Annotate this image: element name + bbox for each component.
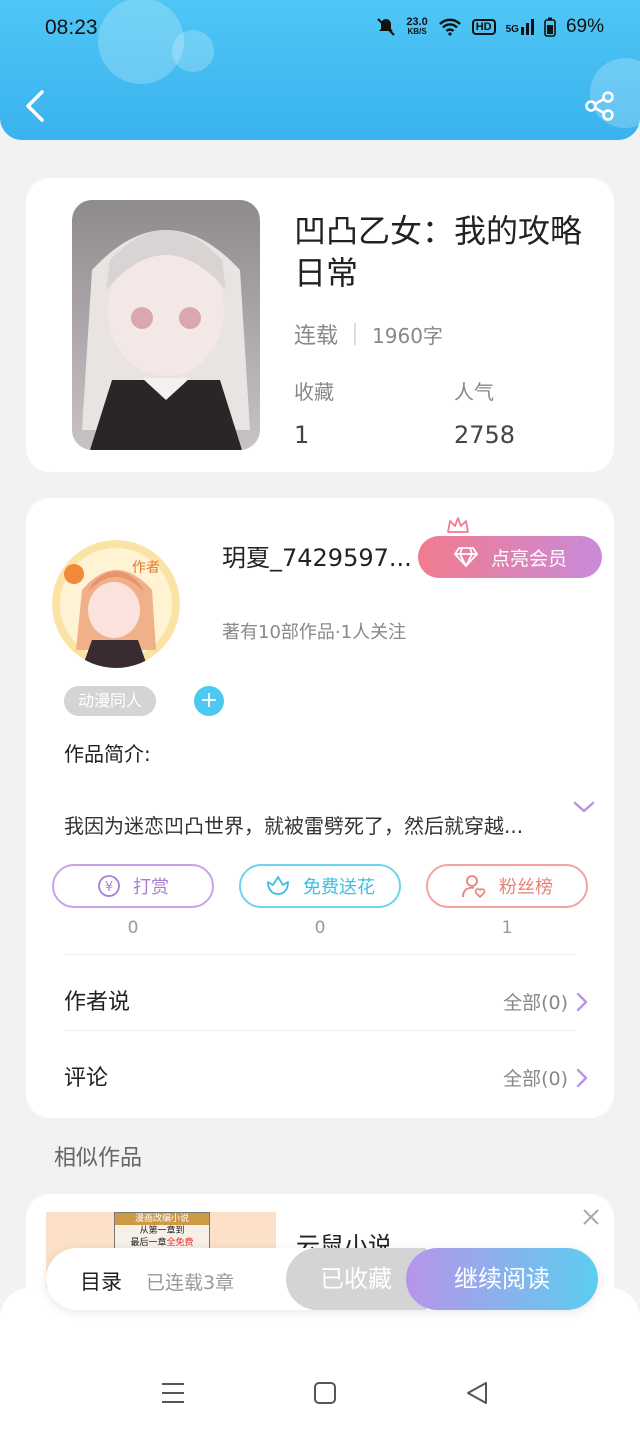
battery-level: 69% — [565, 16, 604, 37]
reward-label: 打赏 — [133, 877, 169, 898]
reward-count: 0 — [127, 918, 139, 938]
status-icons: 23.0 KB/S HD 5G 69% — [376, 16, 604, 38]
chapter-count: 已连载3章 — [146, 1272, 235, 1294]
word-count: 1960字 — [372, 323, 443, 348]
author-avatar[interactable]: 作者 — [52, 540, 180, 668]
mute-icon — [377, 18, 396, 36]
author-name[interactable]: 玥夏_7429597... — [222, 538, 420, 573]
similar-works-title: 相似作品 — [54, 1146, 143, 1171]
fans-rank-button[interactable]: 粉丝榜 — [426, 864, 588, 908]
table-of-contents-button[interactable]: 目录 — [80, 1266, 122, 1296]
home-icon[interactable] — [312, 1380, 338, 1406]
wifi-icon — [438, 18, 461, 36]
collected-button[interactable]: 已收藏 — [286, 1248, 426, 1310]
flower-icon — [267, 876, 289, 895]
continue-reading-button[interactable]: 继续阅读 — [406, 1248, 598, 1310]
battery-icon — [544, 17, 556, 37]
thumbnail-banner: 漫画改编小说 从第一章到 最后一章全免费 — [114, 1212, 210, 1250]
vip-button[interactable]: 点亮会员 — [418, 536, 602, 578]
favorites-label: 收藏 — [294, 380, 334, 404]
book-cover[interactable] — [72, 200, 260, 450]
meta-divider — [354, 323, 357, 345]
diamond-icon — [454, 547, 478, 567]
author-card: 作者 玥夏_7429597... 点亮会员 著有10部作品·1人关注 动漫同人 … — [26, 498, 614, 1118]
favorites-stat: 收藏 1 — [294, 376, 334, 449]
fans-rank-label: 粉丝榜 — [499, 877, 553, 898]
status-time: 08:23 — [45, 16, 98, 39]
chevron-down-icon[interactable] — [572, 798, 596, 816]
author-says-all-link[interactable]: 全部(0) — [503, 988, 588, 1015]
popularity-label: 人气 — [454, 380, 494, 404]
back-triangle-icon[interactable] — [464, 1380, 490, 1406]
menu-icon[interactable] — [160, 1380, 186, 1406]
popularity-value: 2758 — [454, 421, 516, 449]
divider — [64, 1030, 576, 1031]
flower-count: 0 — [314, 918, 326, 938]
reward-button[interactable]: ¥ 打赏 — [52, 864, 214, 908]
book-title: 凹凸乙女：我的攻略日常 — [294, 212, 583, 292]
intro-text[interactable]: 我因为迷恋凹凸世界，就被雷劈死了，然后就穿越... — [64, 810, 552, 839]
back-arrow-icon[interactable] — [22, 88, 48, 124]
fans-count: 1 — [501, 918, 513, 938]
yen-coin-icon: ¥ — [98, 875, 120, 897]
book-info-card: 凹凸乙女：我的攻略日常 连载 1960字 收藏 1 人气 2758 — [26, 178, 614, 472]
signal-icon: 5G — [506, 19, 534, 35]
hd-icon: HD — [471, 19, 496, 35]
reading-action-bar: 目录 已连载3章 已收藏 继续阅读 — [46, 1248, 598, 1310]
intro-label: 作品简介: — [64, 742, 151, 766]
book-meta: 连载 1960字 — [294, 318, 443, 350]
status-bar: 08:23 23.0 KB/S HD 5G 69% — [0, 14, 640, 44]
divider — [64, 954, 576, 955]
chevron-right-icon — [576, 992, 588, 1011]
favorites-value: 1 — [294, 421, 310, 449]
share-icon[interactable] — [584, 90, 616, 122]
crown-icon — [447, 517, 469, 533]
author-says-label[interactable]: 作者说 — [64, 984, 130, 1016]
popularity-stat: 人气 2758 — [454, 376, 515, 449]
comments-all-link[interactable]: 全部(0) — [503, 1064, 588, 1091]
close-icon[interactable] — [582, 1208, 600, 1226]
svg-text:¥: ¥ — [105, 880, 113, 895]
svg-text:作者: 作者 — [132, 560, 160, 576]
net-speed: 23.0 KB/S — [406, 16, 428, 37]
send-flower-button[interactable]: 免费送花 — [239, 864, 401, 908]
header-bar: 08:23 23.0 KB/S HD 5G 69% — [0, 0, 640, 140]
author-works: 著有10部作品·1人关注 — [222, 622, 407, 643]
send-flower-label: 免费送花 — [303, 877, 375, 898]
add-tag-button[interactable]: + — [194, 686, 224, 716]
comments-label[interactable]: 评论 — [64, 1060, 108, 1092]
chevron-right-icon — [576, 1068, 588, 1087]
vip-label: 点亮会员 — [490, 547, 567, 570]
serial-status: 连载 — [294, 324, 339, 349]
user-heart-icon — [462, 875, 486, 899]
genre-tag[interactable]: 动漫同人 — [64, 686, 157, 716]
